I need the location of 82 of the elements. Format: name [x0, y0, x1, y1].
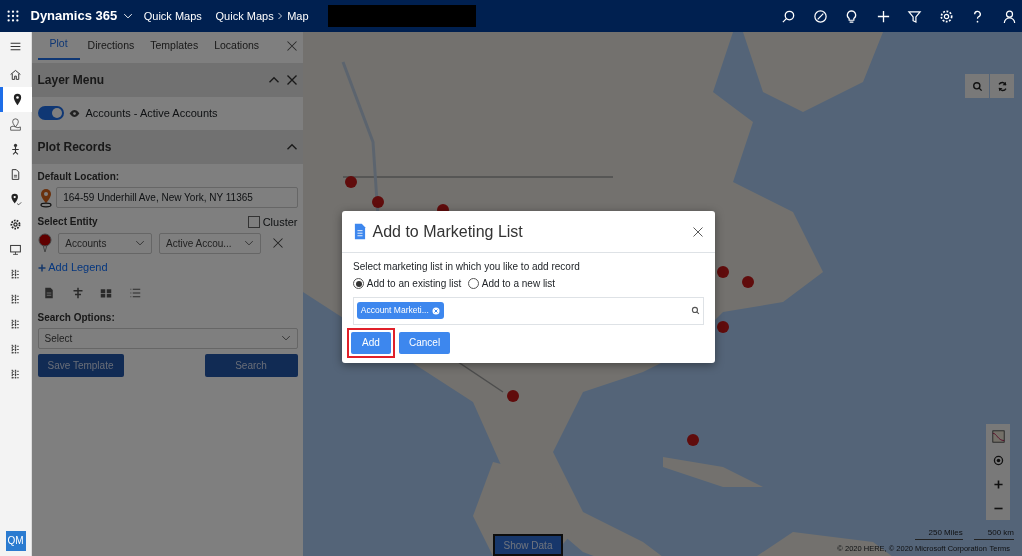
- cancel-button[interactable]: Cancel: [399, 331, 451, 354]
- add-button[interactable]: Add: [351, 331, 391, 354]
- add-legend-link[interactable]: Add Legend: [48, 259, 108, 276]
- lightbulb-icon[interactable]: [844, 8, 859, 24]
- refresh-button[interactable]: [990, 74, 1014, 98]
- dropdown-value: Active Accou...: [166, 236, 232, 251]
- search-icon[interactable]: [691, 306, 701, 316]
- map-style-button[interactable]: [986, 424, 1010, 448]
- map-style-icon: [991, 429, 1005, 443]
- pin-marker-icon: [37, 233, 52, 254]
- target-icon: [991, 453, 1005, 467]
- tag-label: Account Marketi...: [360, 304, 429, 318]
- dropdown-value: Select: [44, 331, 73, 346]
- tab[interactable]: Templates: [142, 32, 207, 60]
- chevron-down-icon: [280, 333, 291, 343]
- tab[interactable]: Directions: [79, 32, 143, 60]
- tab[interactable]: Plot: [37, 30, 80, 60]
- hierarchy-icon: [9, 293, 22, 306]
- monitor-icon: [9, 243, 22, 256]
- dialog-title: Add to Marketing List: [372, 221, 523, 242]
- app-name[interactable]: Quick Maps: [143, 7, 202, 25]
- field-label: Search Options:: [37, 310, 116, 325]
- breadcrumb-link[interactable]: Map: [287, 7, 309, 25]
- close-icon[interactable]: [285, 73, 298, 86]
- close-icon[interactable]: [285, 40, 298, 52]
- grid-icon[interactable]: [100, 286, 112, 299]
- radio-label: Add to an existing list: [366, 277, 462, 292]
- refresh-icon: [996, 80, 1008, 92]
- field-label: Select Entity: [37, 215, 98, 230]
- breadcrumb-link[interactable]: Quick Maps: [215, 7, 274, 25]
- remove-icon[interactable]: [431, 306, 440, 315]
- eye-icon[interactable]: [69, 107, 80, 119]
- layer-label: Accounts - Active Accounts: [85, 106, 218, 121]
- radio-label: Add to a new list: [481, 277, 556, 292]
- toggle-switch[interactable]: [37, 106, 64, 121]
- app-launcher-button[interactable]: [5, 9, 20, 23]
- home-icon: [9, 68, 22, 81]
- document-icon[interactable]: [43, 286, 55, 299]
- document-icon: [353, 223, 367, 240]
- field-label: Default Location:: [37, 170, 121, 185]
- filter-icon[interactable]: [907, 8, 922, 24]
- checkbox-label: Cluster: [262, 214, 298, 230]
- map-marker-icon: [9, 118, 22, 131]
- chevron-right-icon: [276, 12, 285, 20]
- align-center-icon[interactable]: [71, 286, 84, 299]
- search-options-dropdown[interactable]: Select: [37, 327, 298, 349]
- search-icon[interactable]: [781, 8, 796, 24]
- address-field[interactable]: 164-59 Underhill Ave, New York, NY 11365: [56, 187, 298, 208]
- entity-dropdown[interactable]: Accounts: [58, 232, 153, 254]
- sidebar-item[interactable]: [0, 87, 32, 112]
- dialog-prompt: Select marketing list in which you like to add record: [353, 259, 581, 274]
- close-icon[interactable]: [692, 225, 704, 238]
- user-icon[interactable]: [1001, 8, 1017, 24]
- save-template-button[interactable]: Save Template: [37, 354, 124, 377]
- close-icon[interactable]: [271, 237, 284, 250]
- chevron-down-icon[interactable]: [122, 11, 133, 21]
- scale-label: 250 Miles: [914, 527, 963, 540]
- pin-check-icon: [9, 193, 22, 206]
- waffle-icon: [5, 9, 20, 23]
- view-dropdown[interactable]: Active Accou...: [159, 232, 261, 254]
- scale-label: 500 km: [973, 527, 1014, 540]
- settings-icon[interactable]: [938, 8, 954, 24]
- hierarchy-icon: [9, 343, 22, 356]
- section-title: Layer Menu: [37, 71, 105, 89]
- tag-chip[interactable]: Account Marketi...: [356, 302, 444, 320]
- hierarchy-icon: [9, 268, 22, 281]
- settings-icon: [9, 218, 22, 231]
- search-button[interactable]: Search: [204, 354, 298, 377]
- section-title: Plot Records: [37, 138, 112, 156]
- hierarchy-icon: [9, 318, 22, 331]
- app-badge[interactable]: QM: [5, 530, 26, 551]
- document-icon: [9, 168, 22, 181]
- plus-icon: [991, 477, 1005, 491]
- tab[interactable]: Locations: [206, 32, 268, 60]
- map-search-button[interactable]: [965, 74, 989, 98]
- checkbox[interactable]: [247, 215, 260, 228]
- list-search-field[interactable]: Account Marketi...: [353, 296, 704, 325]
- app-title[interactable]: Dynamics 365: [30, 6, 118, 26]
- show-data-button[interactable]: Show Data: [493, 534, 563, 556]
- search-icon: [971, 80, 983, 92]
- dropdown-value: Accounts: [65, 236, 107, 251]
- hierarchy-icon: [9, 368, 22, 381]
